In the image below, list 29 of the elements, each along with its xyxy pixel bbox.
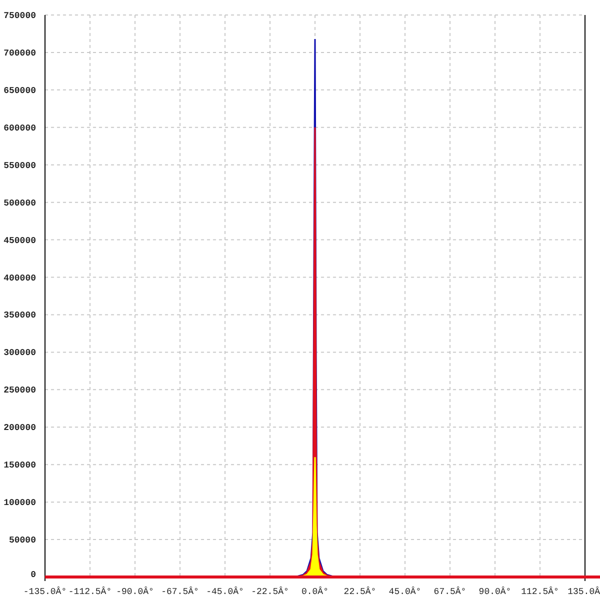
x-tick-label: -112.5Â°	[68, 587, 112, 597]
x-tick-label: 22.5Â°	[344, 587, 376, 597]
x-tick-label: -90.0Â°	[116, 587, 154, 597]
y-tick-label: 0	[30, 570, 36, 580]
x-tick-label: -67.5Â°	[161, 587, 199, 597]
y-tick-label: 400000	[4, 273, 36, 284]
y-tick-label: 650000	[4, 86, 36, 96]
y-tick-label: 150000	[4, 460, 36, 471]
y-tick-label: 300000	[4, 348, 36, 358]
x-tick-label: -135.0Â°	[23, 587, 67, 597]
y-tick-label: 750000	[4, 11, 36, 21]
y-tick-label: 350000	[4, 310, 36, 321]
y-tick-label: 200000	[4, 423, 36, 434]
y-tick-label: 450000	[4, 236, 36, 246]
y-tick-label: 700000	[4, 48, 36, 58]
x-tick-label: -22.5Â°	[251, 587, 289, 597]
x-tick-label: 90.0Â°	[478, 587, 512, 597]
y-tick-label: 550000	[4, 160, 36, 171]
y-tick-label: 50000	[8, 536, 36, 546]
x-tick-label: 67.5Â°	[434, 587, 466, 597]
y-tick-label: 250000	[4, 386, 36, 396]
x-tick-label: 45.0Â°	[388, 587, 422, 597]
x-tick-label: -45.0Â°	[206, 587, 244, 597]
x-tick-label: 112.5Â°	[521, 587, 559, 597]
y-tick-label: 100000	[4, 498, 36, 508]
y-tick-label: 500000	[4, 198, 36, 208]
x-tick-label: 135.0Â	[568, 587, 600, 597]
x-tick-label: 0.0Â°	[302, 587, 328, 597]
y-tick-label: 600000	[4, 123, 36, 134]
